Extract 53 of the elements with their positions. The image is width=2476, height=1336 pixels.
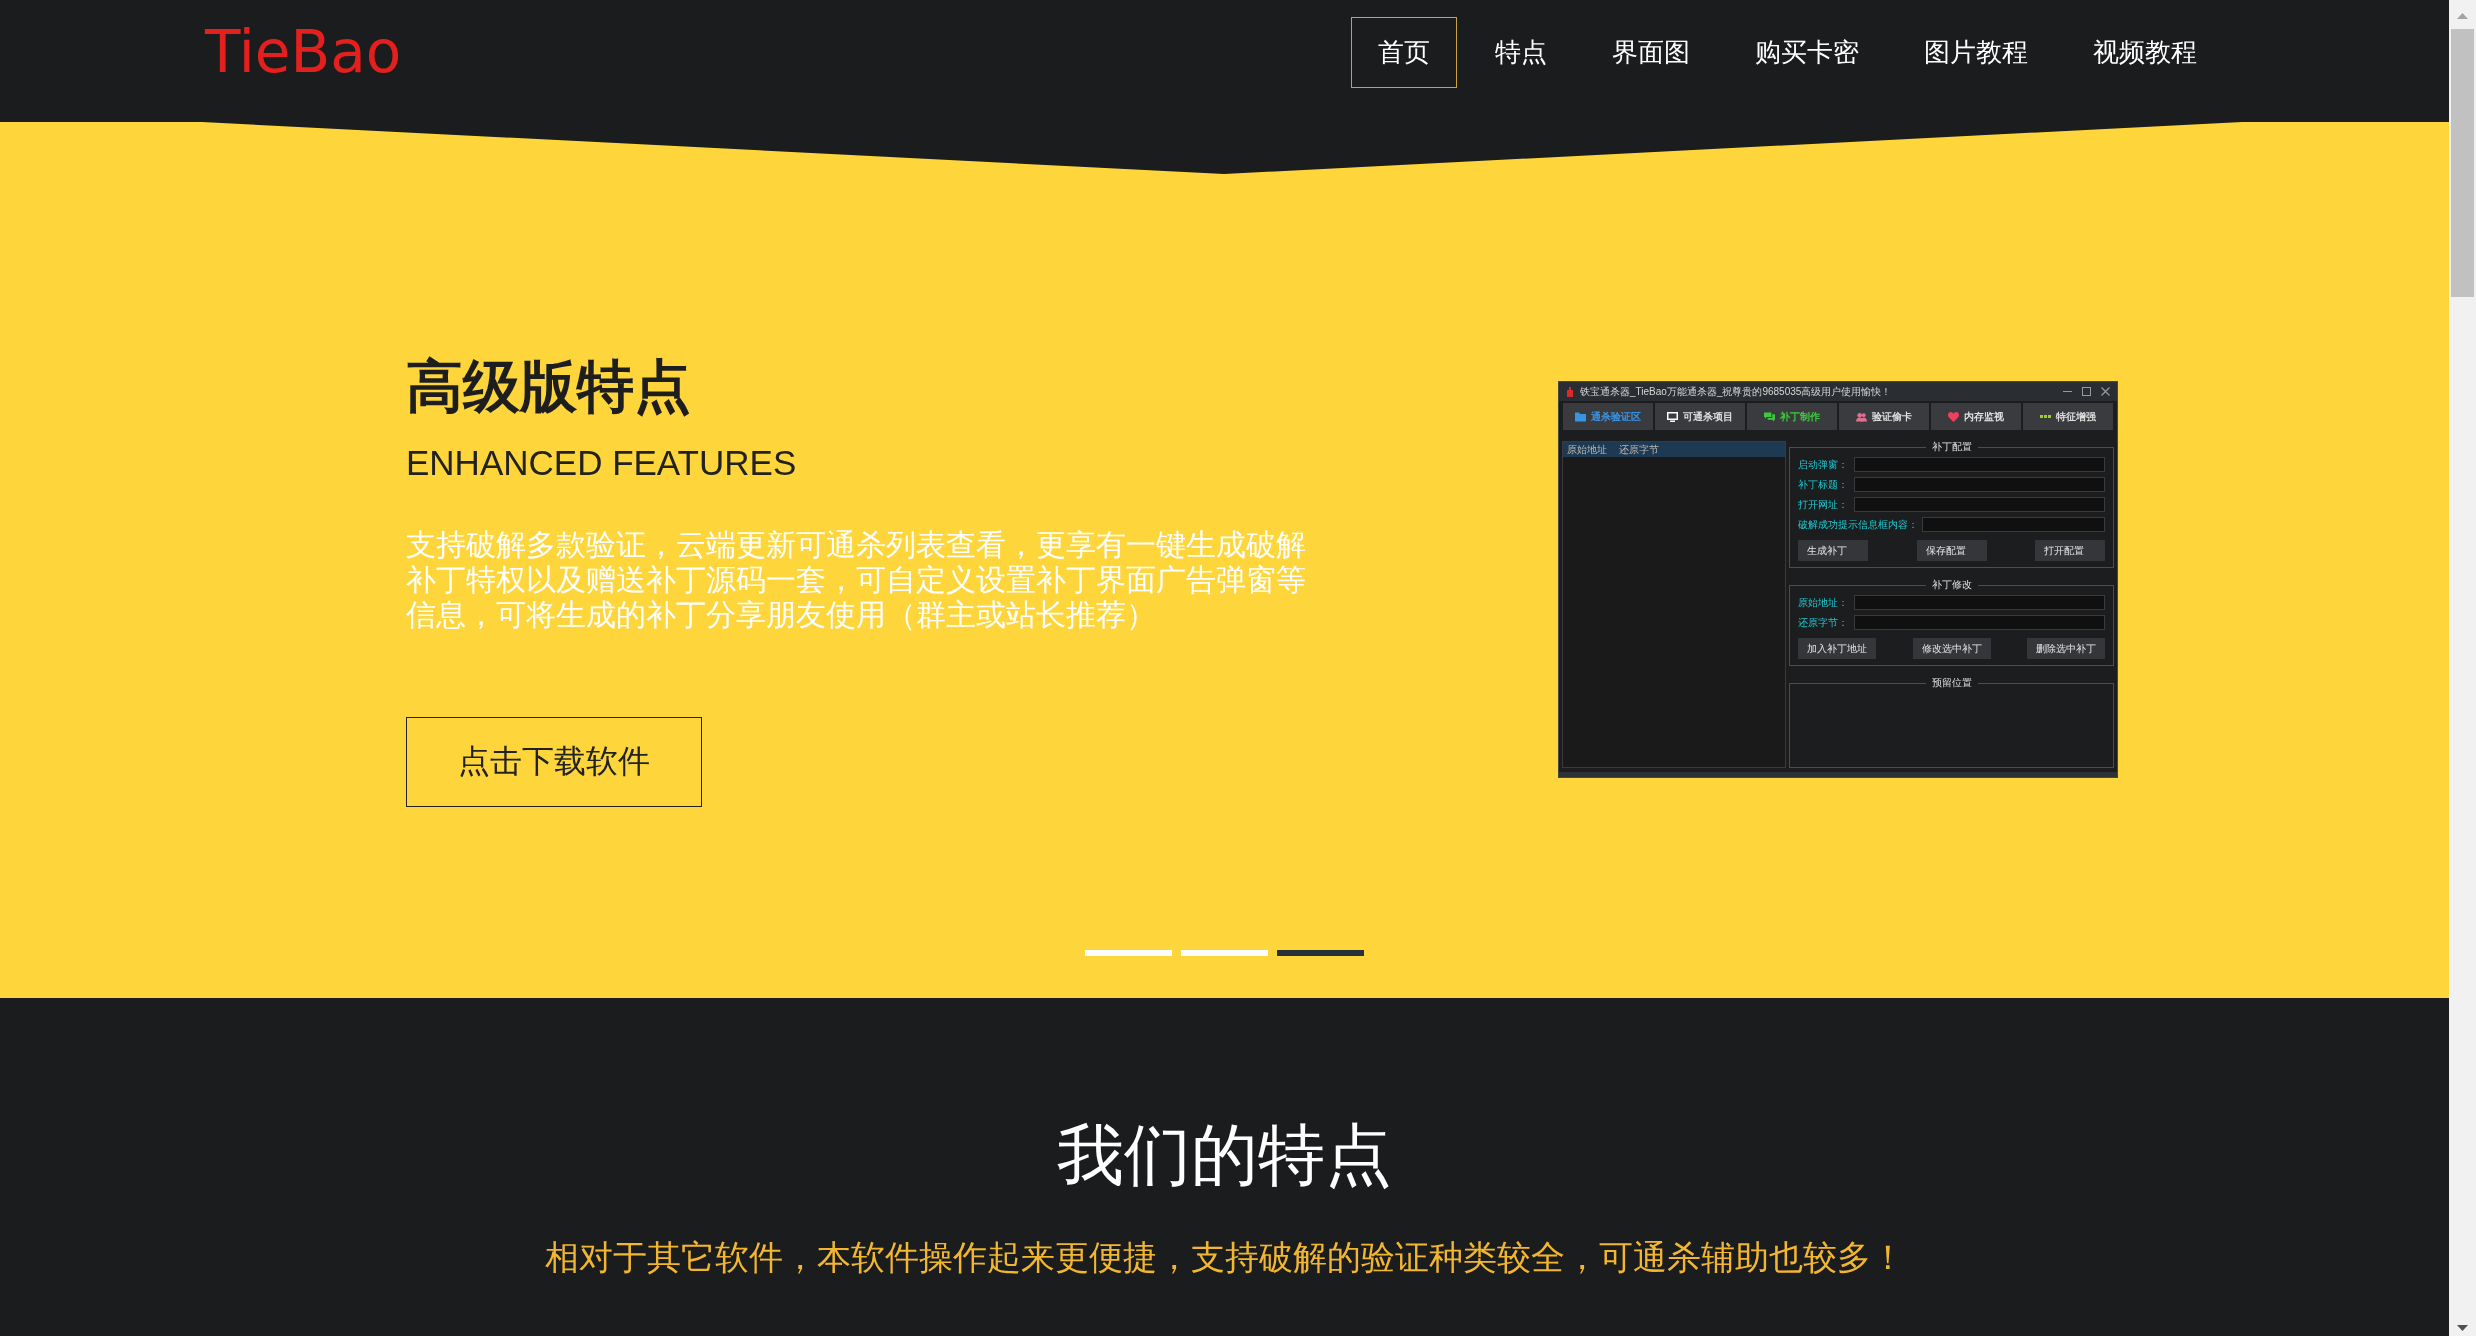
app-tab[interactable]: 内存监视 bbox=[1931, 403, 2021, 430]
download-button[interactable]: 点击下载软件 bbox=[406, 717, 702, 807]
section-title: 我们的特点 bbox=[1057, 1116, 1392, 1194]
close-icon bbox=[2101, 387, 2110, 396]
logo[interactable]: TieBao bbox=[205, 17, 402, 88]
hero-title: 高级版特点 bbox=[406, 353, 691, 420]
app-tab[interactable]: 可通杀项目 bbox=[1655, 403, 1745, 430]
group-title: 补丁修改 bbox=[1930, 579, 1973, 591]
input-field[interactable] bbox=[1854, 595, 2105, 610]
input-field[interactable] bbox=[1854, 497, 2105, 512]
nav-link[interactable]: 视频教程 bbox=[2066, 17, 2224, 88]
app-button[interactable]: 保存配置 bbox=[1916, 540, 1987, 561]
input-field[interactable] bbox=[1854, 615, 2105, 630]
input-field[interactable] bbox=[1854, 477, 2105, 492]
scrollbar-thumb[interactable] bbox=[2451, 29, 2474, 297]
scroll-up-icon[interactable] bbox=[2457, 13, 2468, 19]
app-tab[interactable]: 补丁制作 bbox=[1747, 403, 1837, 430]
input-field[interactable] bbox=[1854, 457, 2105, 472]
app-button[interactable]: 加入补丁地址 bbox=[1798, 638, 1876, 659]
nav-link[interactable]: 图片教程 bbox=[1897, 17, 2055, 88]
field-label: 破解成功提示信息框内容： bbox=[1798, 518, 1918, 531]
window-title: 铁宝通杀器_TieBao万能通杀器_祝尊贵的9685035高级用户使用愉快！ bbox=[1580, 385, 1893, 398]
section-subtitle: 相对于其它软件，本软件操作起来更便捷，支持破解的验证种类较全，可通杀辅助也较多！ bbox=[544, 1237, 1905, 1278]
field-label: 打开网址： bbox=[1798, 498, 1849, 511]
nav-link[interactable]: 首页 bbox=[1351, 17, 1457, 88]
column-header: 还原字节 bbox=[1619, 443, 1659, 456]
field-label: 还原字节： bbox=[1798, 616, 1849, 629]
scrollbar[interactable] bbox=[2449, 0, 2476, 1336]
app-tab[interactable]: 通杀验证区 bbox=[1563, 403, 1653, 430]
app-button[interactable]: 生成补丁 bbox=[1798, 540, 1868, 561]
input-field[interactable] bbox=[1922, 517, 2105, 532]
nav-link[interactable]: 购买卡密 bbox=[1728, 17, 1886, 88]
app-icon bbox=[1566, 386, 1574, 397]
group-title: 预留位置 bbox=[1930, 677, 1973, 689]
nav-link[interactable]: 界面图 bbox=[1585, 17, 1717, 88]
nav-link[interactable]: 特点 bbox=[1468, 17, 1574, 88]
app-button[interactable]: 打开配置 bbox=[2035, 540, 2105, 561]
field-label: 补丁标题： bbox=[1798, 478, 1849, 491]
field-label: 启动弹窗： bbox=[1798, 458, 1849, 471]
app-button[interactable]: 修改选中补丁 bbox=[1912, 638, 1991, 659]
hero-subtitle: ENHANCED FEATURES bbox=[406, 442, 797, 484]
app-tab[interactable]: 特征增强 bbox=[2023, 403, 2113, 430]
app-tab[interactable]: 验证偷卡 bbox=[1839, 403, 1929, 430]
app-button[interactable]: 删除选中补丁 bbox=[2027, 638, 2105, 659]
group-title: 补丁配置 bbox=[1930, 441, 1973, 453]
field-label: 原始地址： bbox=[1798, 596, 1849, 609]
scroll-down-icon[interactable] bbox=[2457, 1325, 2468, 1331]
maximize-icon bbox=[2082, 387, 2091, 396]
slide-indicator[interactable] bbox=[1085, 950, 1172, 956]
hero-description: 支持破解多款验证，云端更新可通杀列表查看，更享有一键生成破解补丁特权以及赠送补丁源码一套，可自定义设置补丁界面广告弹窗等信息，可将生成的补丁分享朋友使用（群主或站长推荐） bbox=[406, 527, 1307, 632]
slide-indicator[interactable] bbox=[1181, 950, 1268, 956]
column-header: 原始地址 bbox=[1567, 443, 1607, 456]
slide-indicator[interactable] bbox=[1277, 950, 1364, 956]
